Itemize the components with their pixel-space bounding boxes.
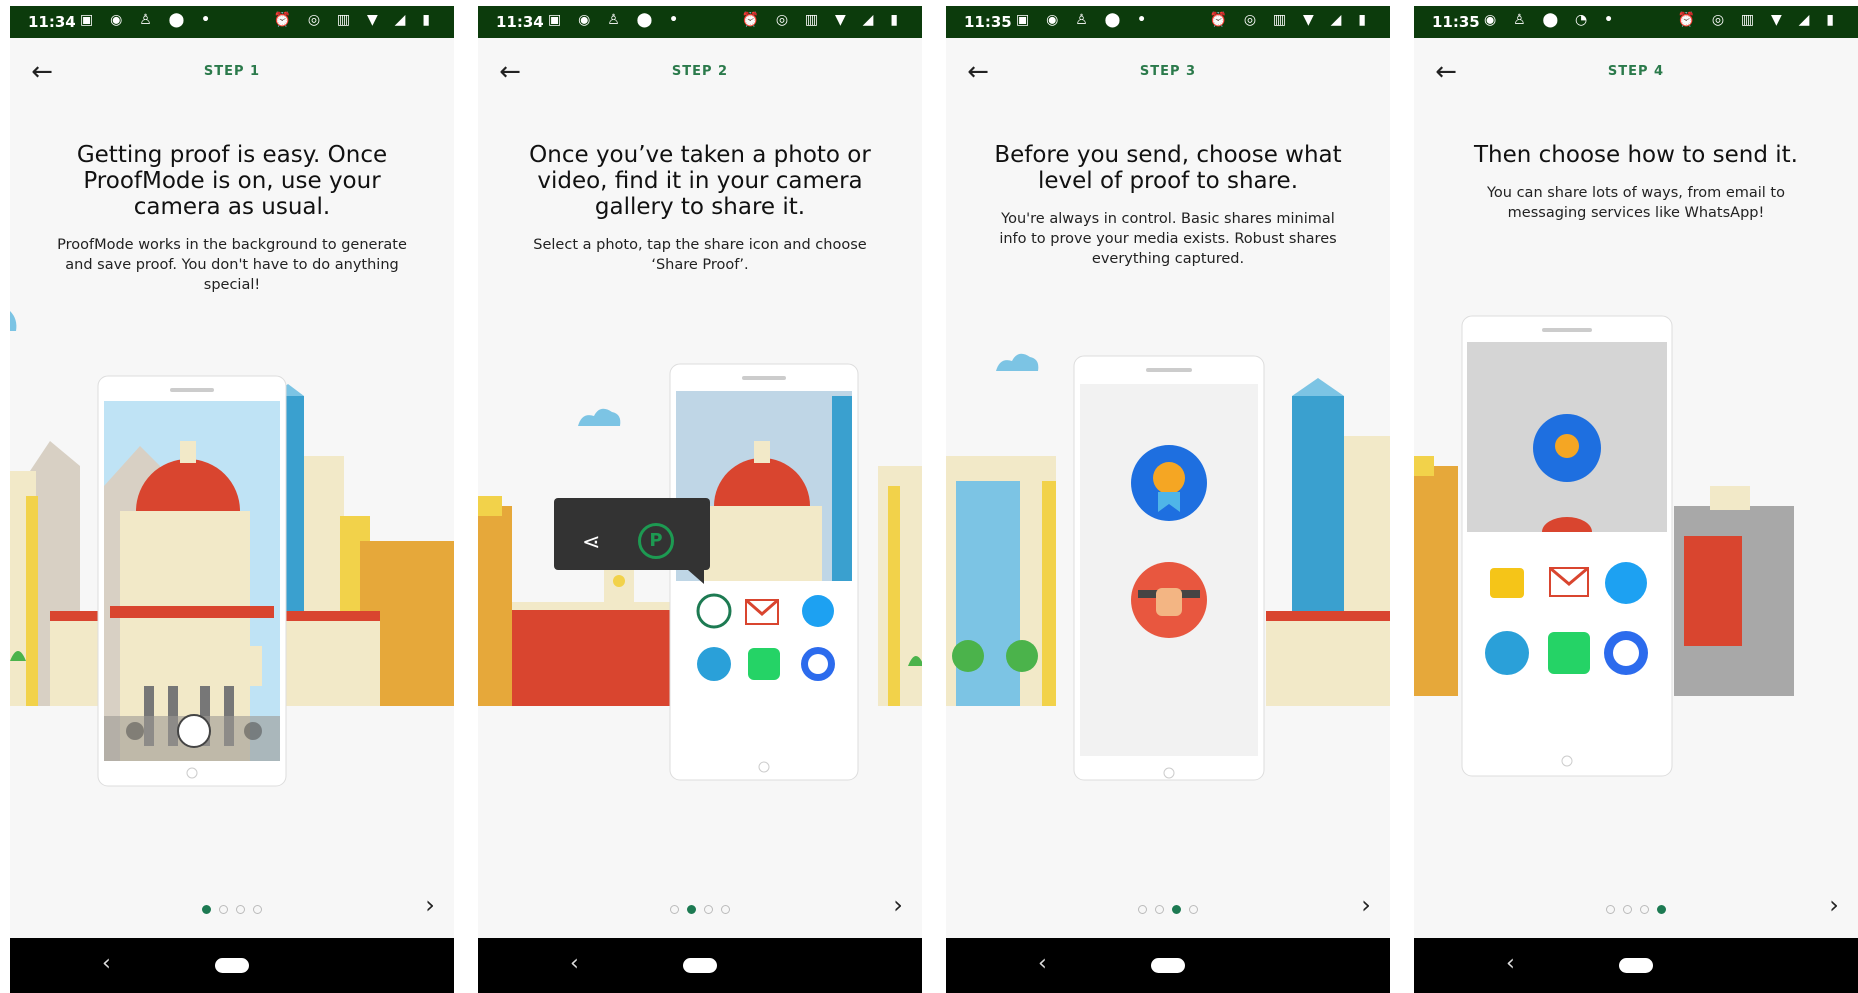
page-indicator (10, 899, 454, 914)
system-status-icons: ⏰ ◎ ▥ ▼ ◢ ▮ (273, 12, 436, 28)
share-icon[interactable]: ⋖ (582, 530, 600, 555)
onboarding-title: Getting proof is easy. Once ProofMode is… (76, 142, 388, 220)
step-label: STEP 1 (203, 64, 261, 79)
chevron-right-icon[interactable]: › (1352, 890, 1380, 920)
page-dot-1[interactable] (670, 905, 679, 914)
onboarding-screen-step-4: 11:35 ◉ ♙ ⬤ ◔ • ⏰ ◎ ▥ ▼ ◢ ▮ ← STEP 4 The… (1414, 6, 1858, 993)
onboarding-description: You can share lots of ways, from email t… (1486, 185, 1785, 221)
proof-level-illustration (946, 353, 1390, 781)
nav-back-icon[interactable]: ‹ (1506, 951, 1515, 976)
page-indicator (478, 899, 922, 914)
android-nav-bar: ‹ (10, 938, 454, 993)
status-time: 11:34 (496, 13, 544, 31)
onboarding-description: ProofMode works in the background to gen… (57, 237, 407, 293)
phone-mockup (97, 375, 287, 787)
nav-back-icon[interactable]: ‹ (1038, 951, 1047, 976)
system-status-icons: ⏰ ◎ ▥ ▼ ◢ ▮ (741, 12, 904, 28)
page-dot-3[interactable] (704, 905, 713, 914)
notification-icons: ▣ ◉ ♙ ⬤ • (80, 12, 217, 28)
nav-home-pill[interactable] (683, 958, 717, 973)
onboarding-description: You're always in control. Basic shares m… (999, 211, 1337, 267)
status-time: 11:35 (1432, 13, 1480, 31)
onboarding-screen-step-3: 11:35 ▣ ◉ ♙ ⬤ • ⏰ ◎ ▥ ▼ ◢ ▮ ← STEP 3 Bef… (946, 6, 1390, 993)
status-bar: 11:35 ▣ ◉ ♙ ⬤ • ⏰ ◎ ▥ ▼ ◢ ▮ (946, 6, 1390, 38)
step-label: STEP 3 (1139, 64, 1197, 79)
onboarding-screen-step-2: 11:34 ▣ ◉ ♙ ⬤ • ⏰ ◎ ▥ ▼ ◢ ▮ ← STEP 2 Onc… (478, 6, 922, 993)
page-dot-4[interactable] (1189, 905, 1198, 914)
page-dot-3[interactable] (1172, 905, 1181, 914)
nav-back-icon[interactable]: ‹ (102, 951, 111, 976)
nav-home-pill[interactable] (1619, 958, 1653, 973)
basic-proof-option (1131, 445, 1207, 521)
nav-home-pill[interactable] (1151, 958, 1185, 973)
camera-illustration (10, 311, 454, 787)
page-dot-1[interactable] (1606, 905, 1615, 914)
page-dot-4[interactable] (1657, 905, 1666, 914)
step-label: STEP 2 (671, 64, 729, 79)
notification-icons: ▣ ◉ ♙ ⬤ • (548, 12, 685, 28)
onboarding-title: Before you send, choose what level of pr… (994, 142, 1342, 194)
chevron-right-icon[interactable]: › (416, 890, 444, 920)
system-status-icons: ⏰ ◎ ▥ ▼ ◢ ▮ (1677, 12, 1840, 28)
page-dot-2[interactable] (1155, 905, 1164, 914)
page-dot-3[interactable] (236, 905, 245, 914)
android-nav-bar: ‹ (1414, 938, 1858, 993)
notification-icons: ▣ ◉ ♙ ⬤ • (1016, 12, 1153, 28)
onboarding-title: Then choose how to send it. (1474, 142, 1798, 168)
step-label: STEP 4 (1607, 64, 1665, 79)
chevron-right-icon[interactable]: › (884, 890, 912, 920)
phone-mockup (1461, 315, 1673, 777)
nav-back-icon[interactable]: ‹ (570, 951, 579, 976)
android-nav-bar: ‹ (478, 938, 922, 993)
robust-proof-option (1131, 562, 1207, 638)
gallery-share-illustration (478, 363, 922, 781)
proofmode-share-icon[interactable]: P (638, 523, 674, 559)
status-bar: 11:35 ◉ ♙ ⬤ ◔ • ⏰ ◎ ▥ ▼ ◢ ▮ (1414, 6, 1858, 38)
onboarding-title: Once you’ve taken a photo or video, find… (529, 142, 871, 220)
page-indicator (946, 899, 1390, 914)
page-dot-1[interactable] (1138, 905, 1147, 914)
notification-icons: ◉ ♙ ⬤ ◔ • (1484, 12, 1620, 28)
status-time: 11:35 (964, 13, 1012, 31)
page-dot-2[interactable] (687, 905, 696, 914)
page-indicator (1414, 899, 1858, 914)
status-time: 11:34 (28, 13, 76, 31)
android-nav-bar: ‹ (946, 938, 1390, 993)
nav-home-pill[interactable] (215, 958, 249, 973)
chevron-right-icon[interactable]: › (1820, 890, 1848, 920)
status-bar: 11:34 ▣ ◉ ♙ ⬤ • ⏰ ◎ ▥ ▼ ◢ ▮ (478, 6, 922, 38)
page-dot-2[interactable] (219, 905, 228, 914)
onboarding-screen-step-1: 11:34 ▣ ◉ ♙ ⬤ • ⏰ ◎ ▥ ▼ ◢ ▮ ← STEP 1 Get… (10, 6, 454, 993)
page-dot-3[interactable] (1640, 905, 1649, 914)
page-dot-4[interactable] (253, 905, 262, 914)
page-dot-1[interactable] (202, 905, 211, 914)
share-method-illustration (1414, 315, 1794, 777)
onboarding-description: Select a photo, tap the share icon and c… (533, 237, 867, 273)
page-dot-2[interactable] (1623, 905, 1632, 914)
system-status-icons: ⏰ ◎ ▥ ▼ ◢ ▮ (1209, 12, 1372, 28)
page-dot-4[interactable] (721, 905, 730, 914)
status-bar: 11:34 ▣ ◉ ♙ ⬤ • ⏰ ◎ ▥ ▼ ◢ ▮ (10, 6, 454, 38)
